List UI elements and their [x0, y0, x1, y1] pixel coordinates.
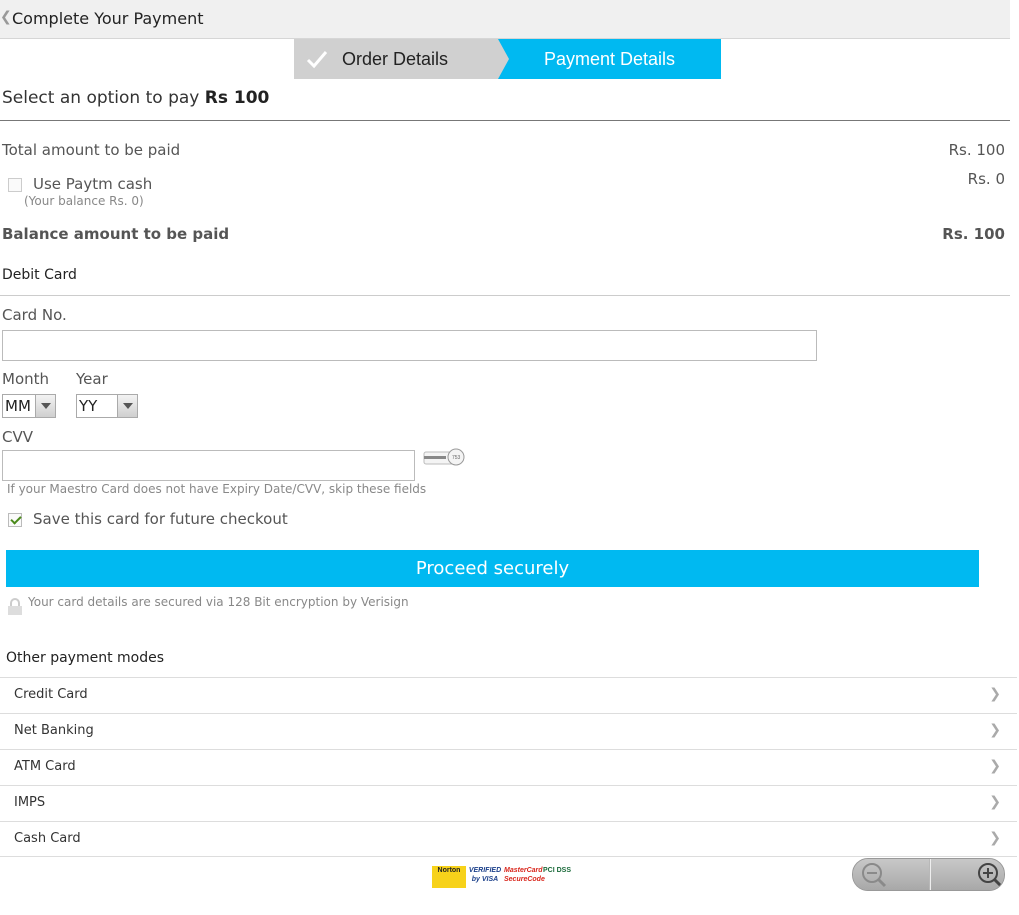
balance-amount-label: Balance amount to be paid — [2, 225, 230, 243]
zoom-out-button[interactable] — [853, 859, 929, 890]
zoom-controls — [852, 858, 1005, 891]
mastercard-securecode-badge: MasterCard SecureCode — [504, 867, 545, 883]
year-select[interactable]: YY — [76, 394, 138, 418]
maestro-note: If your Maestro Card does not have Expir… — [7, 482, 427, 496]
save-card-checkbox[interactable] — [8, 513, 22, 527]
divider — [0, 120, 1010, 121]
step-payment-details: Payment Details — [498, 39, 721, 79]
cvv-label: CVV — [2, 428, 33, 446]
secure-note: Your card details are secured via 128 Bi… — [28, 595, 409, 609]
card-number-input[interactable] — [2, 330, 817, 361]
month-select[interactable]: MM — [2, 394, 56, 418]
svg-text:753: 753 — [452, 455, 461, 461]
chevron-right-icon: ❯ — [989, 686, 1001, 702]
top-bar: ❮ Complete Your Payment — [0, 0, 1010, 39]
pay-amount: Rs 100 — [204, 88, 270, 108]
step-order-details[interactable]: Order Details — [294, 39, 510, 79]
payment-mode-label: Cash Card — [14, 831, 81, 846]
zoom-in-button[interactable] — [930, 859, 1004, 890]
zoom-out-icon — [862, 863, 887, 888]
back-chevron-icon[interactable]: ❮ — [0, 9, 12, 25]
month-select-value: MM — [5, 397, 31, 415]
paytm-balance-note: (Your balance Rs. 0) — [24, 194, 144, 208]
other-payment-modes-list: Credit Card ❯ Net Banking ❯ ATM Card ❯ I… — [0, 677, 1017, 857]
chevron-right-icon: ❯ — [989, 794, 1001, 810]
payment-mode-label: Net Banking — [14, 723, 94, 738]
verified-by-visa-badge: VERIFIED by VISA — [468, 867, 502, 883]
check-icon — [306, 51, 328, 69]
year-select-value: YY — [79, 397, 98, 415]
cvv-input[interactable] — [2, 450, 415, 481]
other-payment-modes-title: Other payment modes — [6, 650, 165, 666]
paytm-cash-value: Rs. 0 — [967, 170, 1005, 188]
lock-icon — [8, 598, 22, 615]
norton-badge: Norton — [432, 866, 466, 888]
payment-mode-atm-card[interactable]: ATM Card ❯ — [0, 749, 1017, 785]
select-option-text: Select an option to pay — [2, 88, 205, 108]
year-label: Year — [76, 370, 108, 388]
step-order-details-label: Order Details — [342, 49, 449, 69]
balance-amount-value: Rs. 100 — [942, 225, 1005, 243]
payment-mode-label: IMPS — [14, 795, 46, 810]
proceed-securely-button[interactable]: Proceed securely — [6, 550, 979, 587]
chevron-right-icon: ❯ — [989, 830, 1001, 846]
month-label: Month — [2, 370, 50, 388]
card-no-label: Card No. — [2, 306, 67, 324]
payment-mode-credit-card[interactable]: Credit Card ❯ — [0, 677, 1017, 713]
checkout-steps: Order Details Payment Details — [294, 39, 721, 79]
payment-mode-imps[interactable]: IMPS ❯ — [0, 785, 1017, 821]
paytm-cash-label[interactable]: Use Paytm cash — [33, 175, 152, 193]
step-payment-details-label: Payment Details — [543, 49, 676, 69]
chevron-right-icon: ❯ — [989, 758, 1001, 774]
cvv-card-icon: 753 — [423, 448, 465, 466]
chevron-down-icon — [35, 395, 55, 417]
payment-mode-label: Credit Card — [14, 687, 88, 702]
payment-mode-label: ATM Card — [14, 759, 76, 774]
select-option-prompt: Select an option to pay Rs 100 — [2, 88, 269, 108]
divider — [0, 295, 1010, 296]
payment-mode-cash-card[interactable]: Cash Card ❯ — [0, 821, 1017, 857]
page-title: Complete Your Payment — [12, 9, 204, 28]
payment-mode-net-banking[interactable]: Net Banking ❯ — [0, 713, 1017, 749]
save-card-label[interactable]: Save this card for future checkout — [33, 510, 288, 528]
chevron-right-icon: ❯ — [989, 722, 1001, 738]
total-amount-label: Total amount to be paid — [2, 141, 181, 159]
zoom-in-icon — [978, 863, 1003, 888]
debit-card-title: Debit Card — [2, 267, 77, 283]
pci-dss-badge: PCI DSS — [542, 867, 571, 874]
security-badges: Norton VERIFIED by VISA MasterCard Secur… — [432, 866, 576, 888]
paytm-cash-checkbox[interactable] — [8, 178, 22, 192]
chevron-down-icon — [117, 395, 137, 417]
total-amount-value: Rs. 100 — [948, 141, 1005, 159]
